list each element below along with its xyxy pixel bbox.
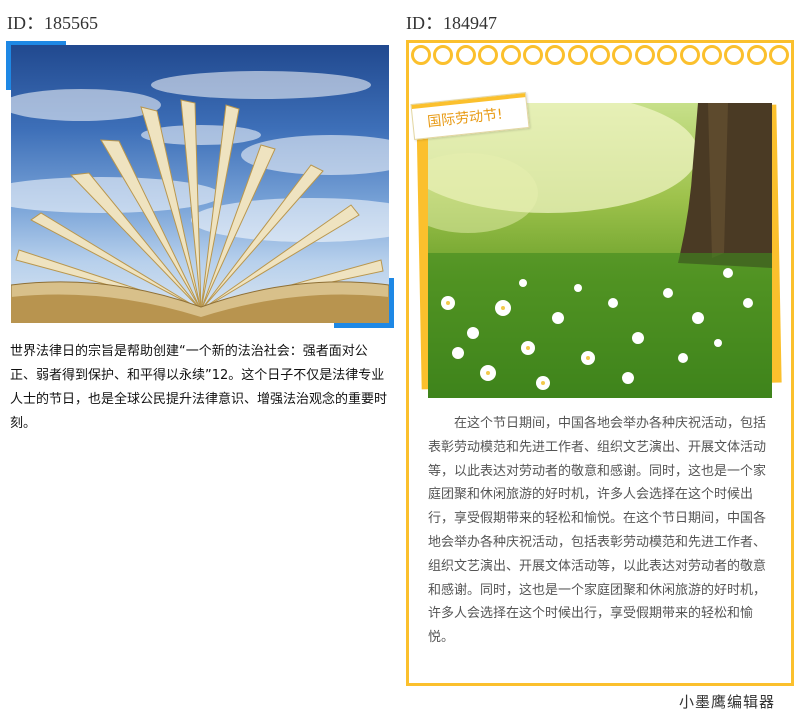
ring-icon [724, 45, 745, 65]
ring-icon [433, 45, 454, 65]
ring-icon [500, 45, 521, 65]
editor-watermark: 小墨鹰编辑器 [679, 693, 776, 711]
template-id-label: ID：184947 [406, 13, 497, 33]
ring-icon [478, 45, 499, 65]
ring-icon [545, 45, 566, 65]
ring-icon [522, 45, 543, 65]
labor-day-paragraph: 在这个节日期间，中国各地会举办各种庆祝活动，包括表彰劳动模范和先进工作者、组织文… [428, 416, 767, 646]
ring-icon [612, 45, 633, 65]
ring-icon [679, 45, 700, 65]
ring-icon [411, 45, 431, 65]
meadow-image[interactable] [428, 103, 772, 398]
template-id-label: ID：185565 [7, 13, 98, 33]
ring-icon [746, 45, 767, 65]
ring-icon [455, 45, 476, 65]
book-image[interactable] [11, 45, 389, 323]
ring-icon [701, 45, 722, 65]
ring-icon [657, 45, 678, 65]
ring-icon [590, 45, 610, 65]
notebook-rings [410, 45, 790, 67]
ring-icon [634, 45, 655, 65]
festival-tag-label: 国际劳动节! [426, 106, 504, 131]
ring-icon [567, 45, 588, 65]
law-day-paragraph: 世界法律日的宗旨是帮助创建“一个新的法治社会：强者面对公正、弱者得到保护、和平得… [10, 344, 388, 431]
ring-icon [769, 45, 789, 65]
